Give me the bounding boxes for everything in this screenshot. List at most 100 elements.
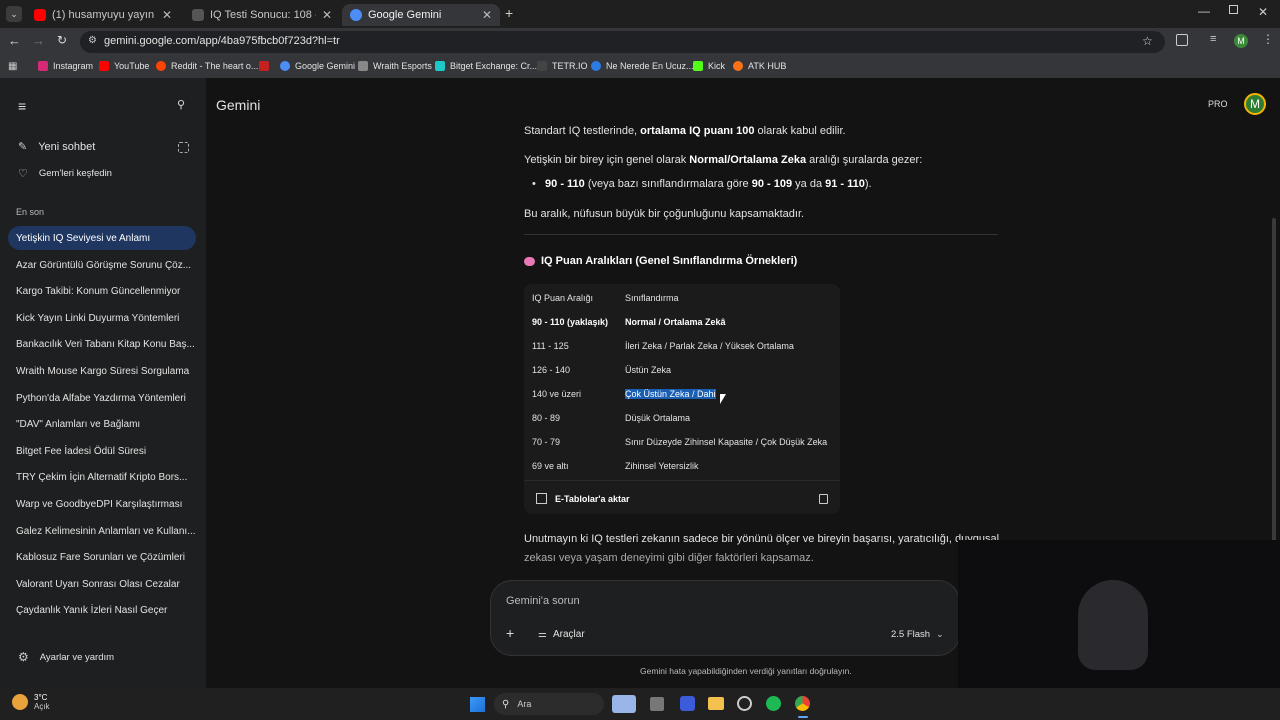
chat-item[interactable]: Valorant Uyarı Sonrası Olası Cezalar xyxy=(16,579,180,590)
reload-icon[interactable]: ↻ xyxy=(57,33,67,47)
bookmark-instagram[interactable]: Instagram xyxy=(38,61,93,71)
recent-header: En son xyxy=(16,207,45,217)
prompt-input[interactable]: Gemini'a sorun + ⚌ Araçlar 2.5 Flash ⌄ xyxy=(490,580,960,656)
text-span: (veya bazı sınıflandırmalara göre xyxy=(584,178,752,190)
chat-item[interactable]: TRY Çekim İçin Alternatif Kripto Bors... xyxy=(16,472,187,483)
minimize-icon[interactable]: — xyxy=(1198,4,1210,18)
bookmark-label: Wraith Esports xyxy=(373,61,432,71)
chat-item[interactable]: Kablosuz Fare Sorunları ve Çözümleri xyxy=(16,552,185,563)
chat-item[interactable]: "DAV" Anlamları ve Bağlamı xyxy=(16,419,140,430)
copy-icon[interactable] xyxy=(819,494,828,504)
file-explorer-icon[interactable] xyxy=(708,697,724,710)
hamburger-menu-icon[interactable]: ≡ xyxy=(18,98,26,114)
chat-item[interactable]: Yetişkin IQ Seviyesi ve Anlamı xyxy=(16,233,150,244)
table-cell: Normal / Ortalama Zekâ xyxy=(625,317,726,327)
gemini-favicon-icon xyxy=(350,9,362,21)
chat-item[interactable]: Galez Kelimesinin Anlamları ve Kullanı..… xyxy=(16,526,196,537)
account-avatar[interactable]: M xyxy=(1244,93,1266,115)
bookmark-kick[interactable]: Kick xyxy=(693,61,725,71)
bookmark-tetrio[interactable]: TETR.IO xyxy=(537,61,588,71)
close-tab-icon[interactable]: ✕ xyxy=(162,8,172,22)
bookmark-gemini[interactable]: Google Gemini xyxy=(280,61,355,71)
text-span: aralığı şuralarda gezer: xyxy=(806,154,923,166)
model-selector[interactable]: 2.5 Flash ⌄ xyxy=(891,629,944,640)
spotify-icon[interactable] xyxy=(766,696,781,711)
chat-item[interactable]: Bankacılık Veri Tabanı Kitap Konu Baş... xyxy=(16,339,195,350)
bookmark-nenerede[interactable]: Ne Nerede En Ucuz... xyxy=(591,61,694,71)
extensions-icon[interactable] xyxy=(1176,34,1188,46)
search-icon[interactable]: ⚲ xyxy=(177,98,185,111)
tab-list-dropdown-icon[interactable]: ⌄ xyxy=(6,6,22,22)
table-cell: 140 ve üzeri xyxy=(532,389,582,399)
app-icon[interactable] xyxy=(680,696,695,711)
bookmark-reddit[interactable]: Reddit - The heart o... xyxy=(156,61,258,71)
spreadsheet-icon xyxy=(536,493,547,504)
bookmark-label: YouTube xyxy=(114,61,150,71)
widget-icon[interactable] xyxy=(612,695,636,713)
task-view-icon[interactable] xyxy=(650,697,664,711)
search-label: Ara xyxy=(517,699,532,709)
pro-badge: PRO xyxy=(1208,99,1228,109)
section-heading: IQ Puan Aralıkları (Genel Sınıflandırma … xyxy=(524,255,797,267)
paragraph-4-line2: zekası veya yaşam deneyimi gibi diğer fa… xyxy=(524,552,814,564)
profile-avatar[interactable]: M xyxy=(1234,34,1248,48)
close-window-icon[interactable]: ✕ xyxy=(1258,5,1268,19)
text-bold: Normal/Ortalama Zeka xyxy=(689,154,807,166)
paragraph-1: Standart IQ testlerinde, ortalama IQ pua… xyxy=(524,125,846,137)
temporary-chat-icon[interactable] xyxy=(178,142,189,153)
chrome-icon[interactable] xyxy=(795,696,810,711)
start-menu-icon[interactable] xyxy=(470,697,485,712)
bookmark-youtube[interactable]: YouTube xyxy=(99,61,149,71)
settings-help-button[interactable]: ⚙ Ayarlar ve yardım xyxy=(18,650,114,664)
text-span: olarak kabul edilir. xyxy=(754,125,846,137)
explore-gems-button[interactable]: ♡ Gem'leri keşfedin xyxy=(18,167,112,180)
export-sheets-button[interactable]: E-Tablolar'a aktar xyxy=(536,493,630,504)
close-tab-icon[interactable]: ✕ xyxy=(482,8,492,22)
chat-item[interactable]: Azar Görüntülü Görüşme Sorunu Çöz... xyxy=(16,260,191,271)
bookmark-star-icon[interactable]: ☆ xyxy=(1142,34,1153,48)
windows-taskbar: 3°C Açık ⚲ Ara xyxy=(0,688,1280,720)
atkhub-icon xyxy=(733,61,743,71)
maximize-icon[interactable] xyxy=(1229,5,1238,14)
bookmark-gmail[interactable] xyxy=(259,61,274,71)
chat-item[interactable]: Kick Yayın Linki Duyurma Yöntemleri xyxy=(16,313,179,324)
close-tab-icon[interactable]: ✕ xyxy=(322,8,332,22)
table-cell: 111 - 125 xyxy=(532,341,569,351)
tab-google-gemini[interactable]: Google Gemini ✕ xyxy=(342,4,500,26)
chat-item[interactable]: Kargo Takibi: Konum Güncellenmiyor xyxy=(16,286,180,297)
chat-item[interactable]: Warp ve GoodbyeDPI Karşılaştırması xyxy=(16,499,182,510)
bookmark-wraith[interactable]: Wraith Esports xyxy=(358,61,432,71)
tab-youtube[interactable]: (1) husamyuyu yayın vakti 7 - Y ✕ xyxy=(26,4,180,26)
bookmark-bitget[interactable]: Bitget Exchange: Cr... xyxy=(435,61,537,71)
bookmark-label: ATK HUB xyxy=(748,61,787,71)
game-app-icon[interactable] xyxy=(737,696,752,711)
media-controls-icon[interactable]: ≡ xyxy=(1210,33,1216,45)
address-bar[interactable]: ⚙ gemini.google.com/app/4ba975fbcb0f723d… xyxy=(80,31,1165,53)
url-text: gemini.google.com/app/4ba975fbcb0f723d?h… xyxy=(104,35,340,47)
chat-item[interactable]: Wraith Mouse Kargo Süresi Sorgulama xyxy=(16,366,189,377)
table-cell: 126 - 140 xyxy=(532,365,571,375)
text-bold: 90 - 109 xyxy=(751,178,793,190)
back-icon[interactable]: ← xyxy=(8,33,21,48)
browser-menu-icon[interactable]: ⋮ xyxy=(1262,32,1274,46)
site-info-icon[interactable]: ⚙ xyxy=(88,35,97,46)
app-title[interactable]: Gemini xyxy=(216,97,260,113)
weather-widget[interactable]: 3°C Açık xyxy=(12,693,50,711)
apps-grid-icon[interactable]: ▦ xyxy=(8,61,17,72)
tab-iq-result[interactable]: IQ Testi Sonucu: 108 - [Normal ✕ xyxy=(184,4,340,26)
gmail-icon xyxy=(259,61,269,71)
new-tab-icon[interactable]: + xyxy=(505,5,513,21)
new-chat-button[interactable]: ✎ Yeni sohbet xyxy=(18,140,95,154)
table-cell: 70 - 79 xyxy=(532,437,561,447)
bookmark-atkhub[interactable]: ATK HUB xyxy=(733,61,786,71)
chat-item[interactable]: Python'da Alfabe Yazdırma Yöntemleri xyxy=(16,393,186,404)
tools-button[interactable]: ⚌ Araçlar xyxy=(538,629,585,640)
chat-item[interactable]: Bitget Fee İadesi Ödül Süresi xyxy=(16,446,146,457)
forward-icon[interactable]: → xyxy=(32,33,45,48)
browser-tab-bar: ⌄ (1) husamyuyu yayın vakti 7 - Y ✕ IQ T… xyxy=(0,0,1280,28)
text-bold: ortalama IQ puanı 100 xyxy=(640,125,755,137)
add-icon[interactable]: + xyxy=(506,625,514,641)
taskbar-search[interactable]: ⚲ Ara xyxy=(494,693,604,715)
bookmark-label: Ne Nerede En Ucuz... xyxy=(606,61,694,71)
chat-item[interactable]: Çaydanlık Yanık İzleri Nasıl Geçer xyxy=(16,605,167,616)
